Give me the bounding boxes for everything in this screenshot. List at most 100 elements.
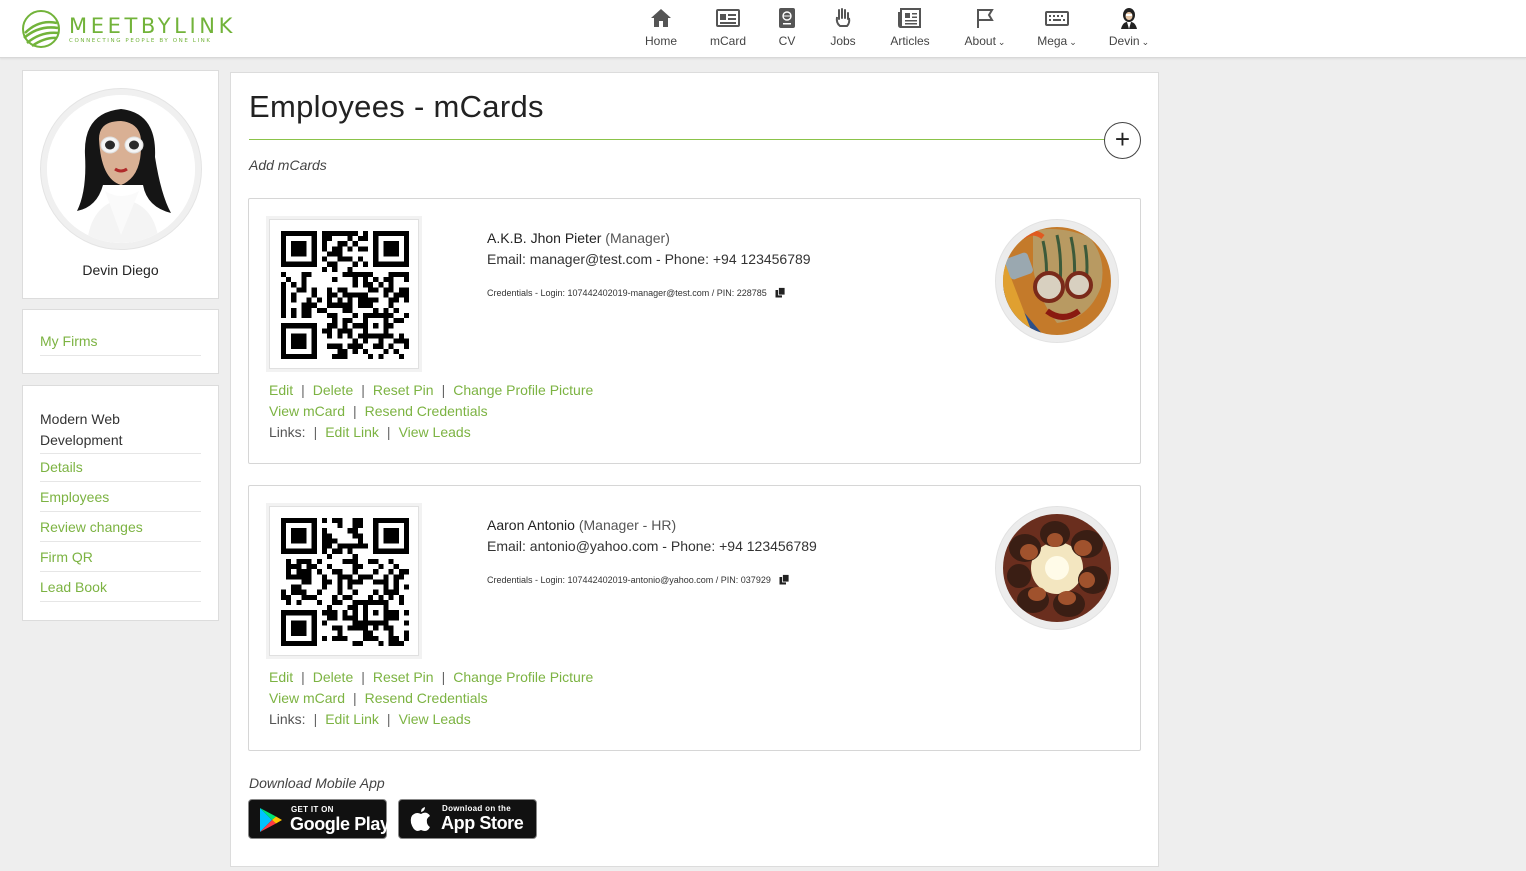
employee-credentials: Credentials - Login: 107442402019-manage… bbox=[487, 288, 767, 298]
links-label: Links: bbox=[269, 711, 306, 727]
hand-icon bbox=[835, 8, 851, 27]
view-mcard-link[interactable]: View mCard bbox=[269, 403, 345, 419]
lead-book-link[interactable]: Lead Book bbox=[40, 579, 201, 602]
resend-credentials-link[interactable]: Resend Credentials bbox=[365, 690, 488, 706]
nav-user-menu[interactable]: Devin ⌄ bbox=[1104, 0, 1154, 58]
reset-pin-link[interactable]: Reset Pin bbox=[373, 382, 434, 398]
edit-link-link[interactable]: Edit Link bbox=[325, 711, 379, 727]
google-play-button[interactable]: GET IT ON Google Play bbox=[248, 799, 390, 839]
keyboard-icon bbox=[1045, 11, 1069, 26]
employee-photo[interactable] bbox=[995, 506, 1119, 630]
employee-role: (Manager - HR) bbox=[578, 517, 677, 533]
qr-code[interactable] bbox=[269, 219, 419, 369]
google-play-small-text: GET IT ON bbox=[291, 805, 334, 814]
copy-icon[interactable] bbox=[779, 574, 790, 585]
chevron-down-icon: ⌄ bbox=[1069, 37, 1077, 47]
qr-code-icon bbox=[281, 231, 409, 359]
app-store-button[interactable]: Download on the App Store bbox=[398, 799, 537, 839]
home-icon bbox=[651, 9, 671, 27]
title-divider bbox=[249, 139, 1123, 140]
main-content: Employees - mCards + Add mCards A.K.B. J… bbox=[230, 72, 1159, 867]
firm-review-changes-link[interactable]: Review changes bbox=[40, 519, 201, 542]
employee-links-row: Links: | Edit Link | View Leads bbox=[269, 424, 471, 440]
qr-code[interactable] bbox=[269, 506, 419, 656]
google-play-icon bbox=[260, 808, 282, 832]
chevron-down-icon: ⌄ bbox=[997, 37, 1006, 47]
profile-name: Devin Diego bbox=[82, 262, 159, 278]
separator: | bbox=[353, 690, 357, 706]
employee-actions-row-2: View mCard | Resend Credentials bbox=[269, 690, 488, 706]
employee-name-line: A.K.B. Jhon Pieter (Manager) bbox=[487, 230, 670, 246]
employee-card: A.K.B. Jhon Pieter (Manager) Email: mana… bbox=[248, 198, 1141, 464]
group-photo bbox=[1003, 514, 1111, 622]
nav-jobs[interactable]: Jobs bbox=[820, 0, 866, 58]
nav-label: Devin ⌄ bbox=[1109, 34, 1149, 48]
nav-label: mCard bbox=[709, 34, 747, 48]
add-mcard-button[interactable]: + bbox=[1104, 122, 1141, 159]
brand-logo[interactable]: MEETBYLINK CONNECTING PEOPLE BY ONE LINK bbox=[21, 9, 251, 49]
avatar[interactable] bbox=[40, 88, 202, 250]
newspaper-icon bbox=[898, 8, 921, 28]
nav-label-text: Mega bbox=[1037, 34, 1068, 48]
nav-articles[interactable]: Articles bbox=[885, 0, 935, 58]
globe-logo-icon bbox=[22, 10, 60, 48]
nav-home[interactable]: Home bbox=[638, 0, 684, 58]
nav-label: Articles bbox=[890, 34, 930, 48]
employee-name: A.K.B. Jhon Pieter bbox=[487, 230, 602, 246]
delete-link[interactable]: Delete bbox=[313, 669, 353, 685]
separator: | bbox=[313, 711, 318, 727]
change-profile-picture-link[interactable]: Change Profile Picture bbox=[453, 382, 593, 398]
top-navbar: MEETBYLINK CONNECTING PEOPLE BY ONE LINK… bbox=[0, 0, 1526, 58]
id-card-icon bbox=[716, 9, 740, 27]
employee-name: Aaron Antonio bbox=[487, 517, 575, 533]
profile-photo bbox=[47, 95, 195, 243]
delete-link[interactable]: Delete bbox=[313, 382, 353, 398]
employee-photo[interactable] bbox=[995, 219, 1119, 343]
view-mcard-link[interactable]: View mCard bbox=[269, 690, 345, 706]
employee-name-line: Aaron Antonio (Manager - HR) bbox=[487, 517, 676, 533]
nav-mega[interactable]: Mega ⌄ bbox=[1030, 0, 1084, 58]
user-avatar-icon bbox=[1121, 8, 1137, 29]
my-firms-link[interactable]: My Firms bbox=[40, 333, 201, 356]
firms-panel: My Firms bbox=[22, 309, 219, 374]
firm-qr-link[interactable]: Firm QR bbox=[40, 549, 201, 572]
links-label: Links: bbox=[269, 424, 306, 440]
change-profile-picture-link[interactable]: Change Profile Picture bbox=[453, 669, 593, 685]
separator: | bbox=[361, 669, 365, 685]
firm-employees-link[interactable]: Employees bbox=[40, 489, 201, 512]
chevron-down-icon: ⌄ bbox=[1141, 37, 1150, 47]
separator: | bbox=[301, 382, 305, 398]
mask-photo bbox=[1003, 227, 1111, 335]
reset-pin-link[interactable]: Reset Pin bbox=[373, 669, 434, 685]
employee-card: Aaron Antonio (Manager - HR) Email: anto… bbox=[248, 485, 1141, 751]
nav-about[interactable]: About ⌄ bbox=[958, 0, 1012, 58]
view-leads-link[interactable]: View Leads bbox=[399, 424, 471, 440]
qr-code-icon bbox=[281, 518, 409, 646]
edit-link-link[interactable]: Edit Link bbox=[325, 424, 379, 440]
separator: | bbox=[441, 382, 446, 398]
employee-actions-row-2: View mCard | Resend Credentials bbox=[269, 403, 488, 419]
brand-name: MEETBYLINK bbox=[69, 14, 236, 38]
firm-name: Modern Web Development bbox=[40, 409, 201, 454]
nav-label: Mega ⌄ bbox=[1037, 34, 1077, 48]
copy-icon[interactable] bbox=[775, 287, 786, 298]
edit-link[interactable]: Edit bbox=[269, 669, 293, 685]
employee-actions-row-1: Edit | Delete | Reset Pin | Change Profile Pic… bbox=[269, 669, 593, 685]
separator: | bbox=[301, 669, 305, 685]
employee-links-row: Links: | Edit Link | View Leads bbox=[269, 711, 471, 727]
view-leads-link[interactable]: View Leads bbox=[399, 711, 471, 727]
employee-credentials-line: Credentials - Login: 107442402019-manage… bbox=[487, 287, 786, 298]
flag-icon bbox=[977, 9, 994, 28]
passport-icon bbox=[779, 8, 795, 28]
nav-cv[interactable]: CV bbox=[764, 0, 810, 58]
nav-mcard[interactable]: mCard bbox=[705, 0, 751, 58]
nav-label-text: About bbox=[964, 34, 996, 48]
firm-details-link[interactable]: Details bbox=[40, 459, 201, 482]
google-play-big-text: Google Play bbox=[290, 814, 390, 834]
edit-link[interactable]: Edit bbox=[269, 382, 293, 398]
resend-credentials-link[interactable]: Resend Credentials bbox=[365, 403, 488, 419]
app-store-small-text: Download on the bbox=[442, 804, 511, 813]
firm-menu-panel: Modern Web Development Details Employees… bbox=[22, 385, 219, 621]
nav-label-text: Devin bbox=[1108, 34, 1140, 48]
employee-credentials-line: Credentials - Login: 107442402019-antoni… bbox=[487, 574, 790, 585]
